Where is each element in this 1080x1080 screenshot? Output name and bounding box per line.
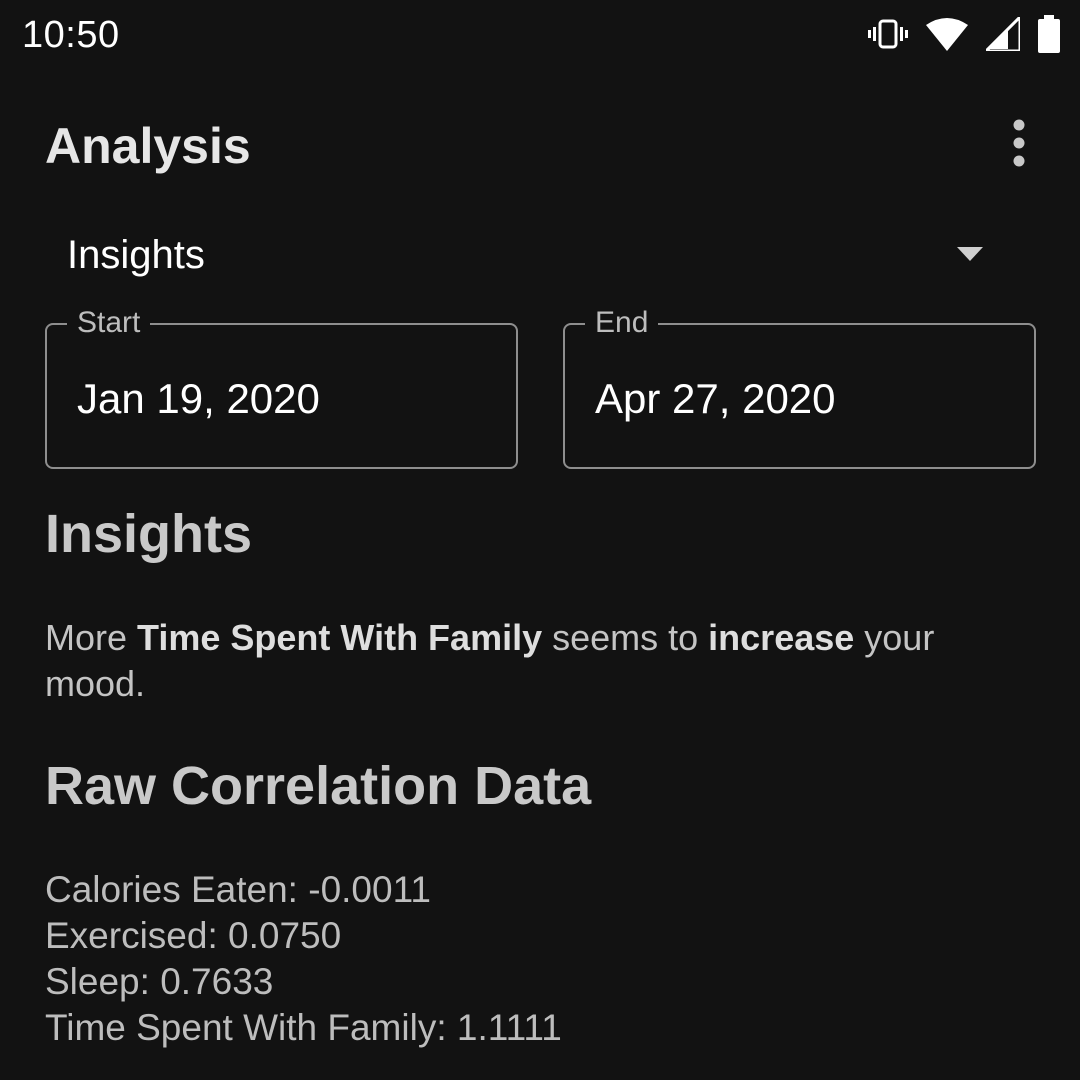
- raw-correlation-heading: Raw Correlation Data: [45, 756, 592, 816]
- wifi-icon: [926, 18, 968, 51]
- more-vert-icon: [1013, 119, 1025, 167]
- arrow-drop-down-icon: [957, 247, 983, 261]
- insight-factor: Time Spent With Family: [137, 617, 543, 658]
- start-date-label: Start: [67, 306, 151, 340]
- dropdown-selected-value: Insights: [67, 233, 205, 277]
- vibrate-icon: [868, 19, 908, 49]
- battery-icon: [1038, 15, 1060, 53]
- page-title: Analysis: [45, 118, 251, 174]
- screen: 10:50 Analysis Insights Start Jan 19, 20…: [0, 0, 1080, 1080]
- correlation-row: Exercised: 0.0750: [45, 915, 342, 956]
- more-options-button[interactable]: [995, 113, 1043, 173]
- insights-heading: Insights: [45, 504, 253, 564]
- correlation-list: Calories Eaten: -0.0011 Exercised: 0.075…: [45, 867, 1035, 1051]
- correlation-row: Sleep: 0.7633: [45, 961, 274, 1002]
- insight-text-part2: seems to: [542, 617, 709, 658]
- status-bar: 10:50: [0, 0, 1080, 70]
- insight-text-part1: More: [45, 617, 138, 658]
- end-date-value: Apr 27, 2020: [595, 375, 836, 422]
- start-date-field[interactable]: Start Jan 19, 2020: [45, 306, 518, 469]
- analysis-type-dropdown[interactable]: Insights: [45, 215, 1005, 295]
- end-date-field[interactable]: End Apr 27, 2020: [563, 306, 1036, 469]
- status-time: 10:50: [22, 14, 120, 56]
- app-bar: Analysis: [0, 95, 1080, 205]
- insight-sentence: More Time Spent With Family seems to inc…: [45, 615, 1035, 707]
- start-date-value: Jan 19, 2020: [77, 375, 320, 422]
- insight-effect: increase: [708, 617, 855, 658]
- status-icons: [850, 14, 1060, 54]
- correlation-row: Calories Eaten: -0.0011: [45, 869, 431, 910]
- signal-icon: [986, 17, 1020, 51]
- end-date-label: End: [585, 306, 659, 340]
- correlation-row: Time Spent With Family: 1.1111: [45, 1007, 562, 1048]
